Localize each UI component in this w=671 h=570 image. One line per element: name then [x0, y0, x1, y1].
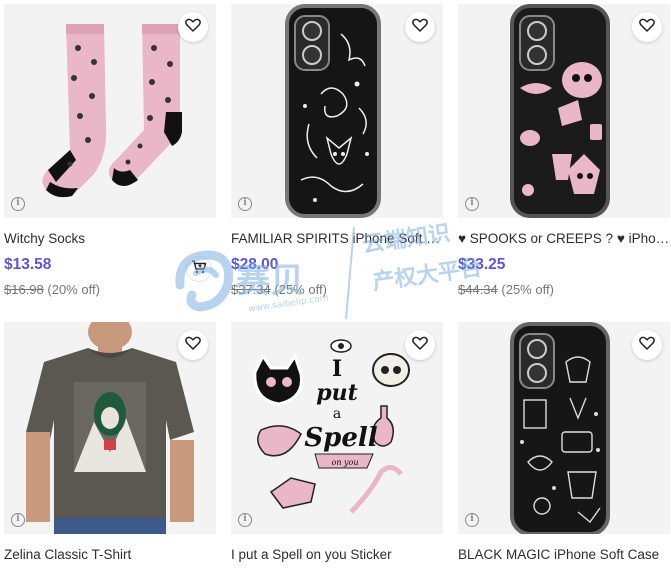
heart-outline-icon [639, 18, 655, 37]
sticker-line1: I [332, 356, 342, 382]
sticker-line5: on you [332, 458, 359, 467]
product-image[interactable]: i [458, 4, 670, 218]
product-image[interactable]: I put a Spell on you i [231, 322, 443, 534]
product-card-familiar-spirits[interactable]: i FAMILIAR SPIRITS iPhone Soft Ca... $28… [231, 4, 443, 297]
product-image[interactable]: i [458, 322, 670, 534]
add-to-cart-icon [191, 259, 207, 280]
heart-outline-icon [412, 18, 428, 37]
product-title[interactable]: I put a Spell on you Sticker [231, 547, 443, 562]
product-card-spell-sticker[interactable]: I put a Spell on you i I put a Spell on … [231, 322, 443, 562]
product-price: $28.00 [231, 256, 279, 273]
product-image[interactable]: i [4, 4, 216, 218]
product-title[interactable]: FAMILIAR SPIRITS iPhone Soft Ca... [231, 231, 443, 246]
product-image[interactable]: i [4, 322, 216, 534]
favorite-button[interactable] [632, 330, 662, 360]
favorite-button[interactable] [632, 12, 662, 42]
info-icon[interactable]: i [238, 513, 252, 527]
product-price: $13.58 [4, 256, 52, 273]
info-icon[interactable]: i [11, 513, 25, 527]
info-icon[interactable]: i [238, 197, 252, 211]
product-card-zelina-tshirt[interactable]: i Zelina Classic T-Shirt [4, 322, 216, 562]
favorite-button[interactable] [405, 330, 435, 360]
discount-label: (25% off) [501, 282, 554, 297]
product-price: $33.25 [458, 256, 506, 273]
original-price: $16.98 [4, 282, 44, 297]
product-title[interactable]: Zelina Classic T-Shirt [4, 547, 216, 562]
sticker-line2: put [316, 380, 358, 406]
add-to-cart-button[interactable] [186, 256, 212, 282]
product-image[interactable]: i [231, 4, 443, 218]
heart-outline-icon [185, 18, 201, 37]
favorite-button[interactable] [178, 12, 208, 42]
original-price: $44.34 [458, 282, 498, 297]
sticker-line3: a [333, 406, 341, 422]
heart-outline-icon [412, 336, 428, 355]
info-icon[interactable]: i [465, 197, 479, 211]
original-price-row: $44.34 (25% off) [458, 282, 670, 297]
original-price: $37.34 [231, 282, 271, 297]
info-icon[interactable]: i [11, 197, 25, 211]
sticker-line4: Spell [304, 423, 377, 453]
product-title[interactable]: ♥ SPOOKS or CREEPS ? ♥ iPhone ... [458, 231, 670, 246]
product-title[interactable]: Witchy Socks [4, 231, 216, 246]
product-card-black-magic[interactable]: i BLACK MAGIC iPhone Soft Case [458, 322, 670, 562]
discount-label: (25% off) [274, 282, 327, 297]
product-card-witchy-socks[interactable]: i Witchy Socks $13.58 $16.98 (20% off) [4, 4, 216, 297]
favorite-button[interactable] [405, 12, 435, 42]
original-price-row: $16.98 (20% off) [4, 282, 216, 297]
info-icon[interactable]: i [465, 513, 479, 527]
original-price-row: $37.34 (25% off) [231, 282, 443, 297]
favorite-button[interactable] [178, 330, 208, 360]
product-title[interactable]: BLACK MAGIC iPhone Soft Case [458, 547, 670, 562]
heart-outline-icon [639, 336, 655, 355]
heart-outline-icon [185, 336, 201, 355]
product-card-spooks-or-creeps[interactable]: i ♥ SPOOKS or CREEPS ? ♥ iPhone ... $33.… [458, 4, 670, 297]
discount-label: (20% off) [47, 282, 100, 297]
